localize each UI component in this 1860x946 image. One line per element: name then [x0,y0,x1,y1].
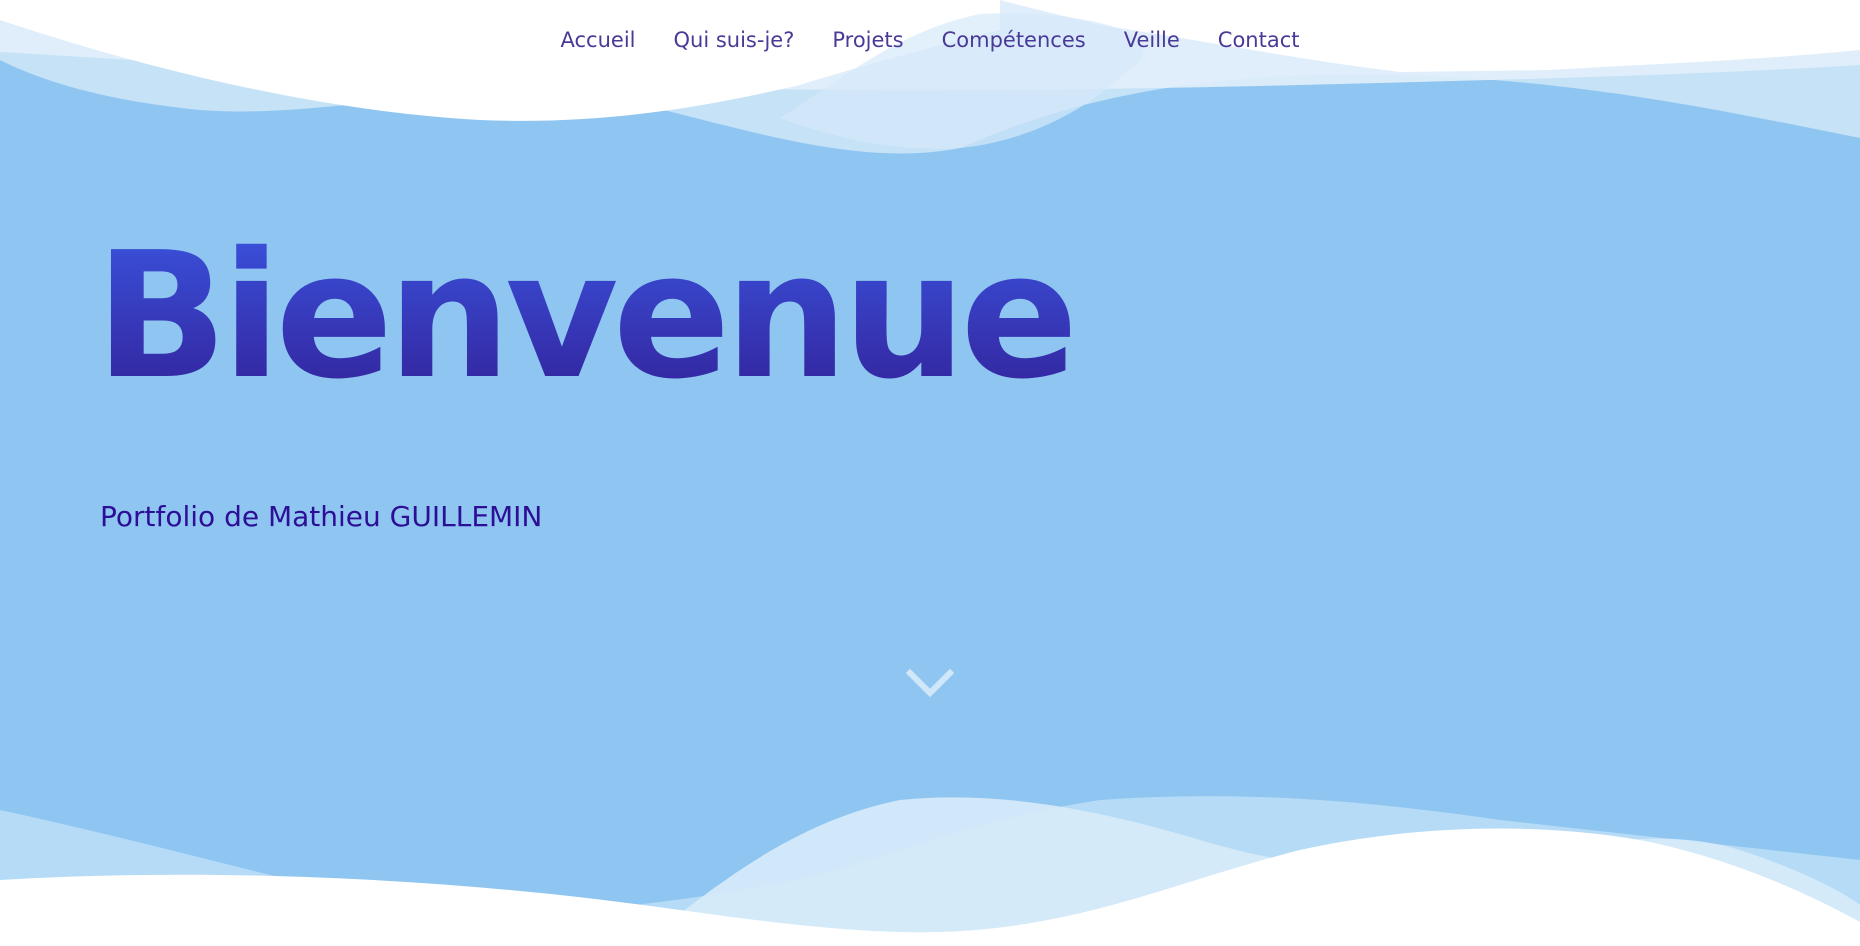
nav-link-projets[interactable]: Projets [813,24,922,56]
nav-link-veille[interactable]: Veille [1105,24,1199,56]
portfolio-page: Accueil Qui suis-je? Projets Compétences… [0,0,1860,946]
main-navigation: Accueil Qui suis-je? Projets Compétences… [0,24,1860,56]
nav-link-qui-suis-je[interactable]: Qui suis-je? [655,24,814,56]
nav-link-contact[interactable]: Contact [1199,24,1319,56]
hero-title: Bienvenue [95,215,1078,418]
hero-subtitle: Portfolio de Mathieu GUILLEMIN [100,500,543,533]
hero-background-waves [0,0,1860,946]
chevron-down-icon [905,668,955,698]
nav-link-competences[interactable]: Compétences [923,24,1105,56]
nav-link-accueil[interactable]: Accueil [542,24,655,56]
scroll-down-button[interactable] [905,667,955,701]
